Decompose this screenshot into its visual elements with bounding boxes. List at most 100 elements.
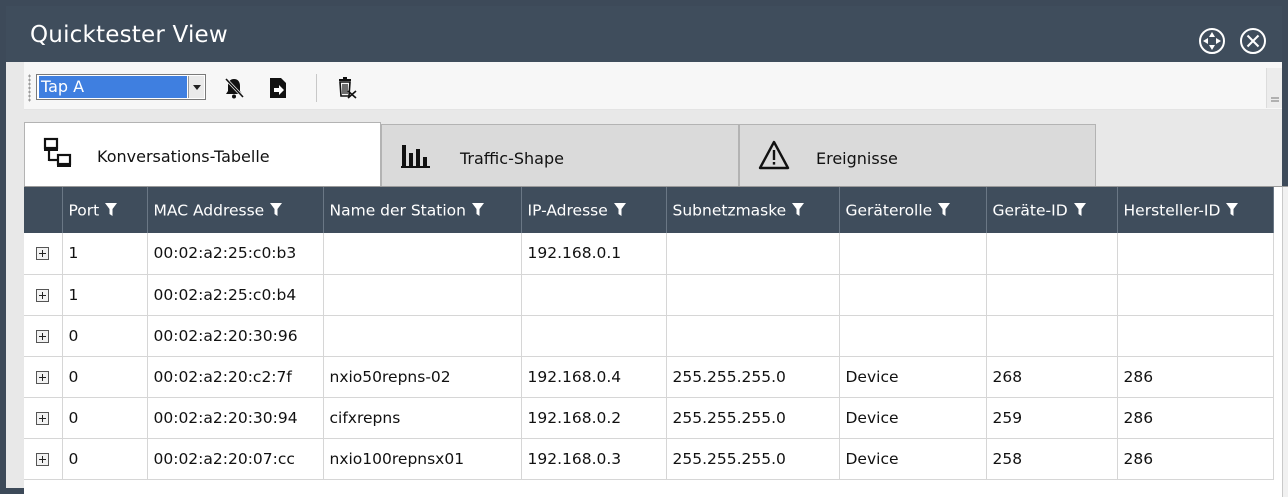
delete-icon[interactable]: [335, 76, 359, 100]
filter-icon[interactable]: [792, 203, 805, 217]
cell-vendor-id: 286: [1117, 397, 1274, 439]
column-header-geraeterolle[interactable]: Geräterolle: [839, 187, 987, 233]
filter-icon[interactable]: [613, 203, 626, 217]
cell-station-name: nxio100repnsx01: [323, 438, 522, 480]
cell-ip: [521, 315, 667, 357]
toolbar-overflow-button[interactable]: [1266, 68, 1282, 108]
tap-select-value: Tap A: [39, 76, 187, 98]
cell-device-id: 258: [986, 438, 1118, 480]
expand-plus-icon[interactable]: [36, 452, 50, 466]
conversation-table: Port MAC Addresse Name der Station IP-Ad…: [24, 186, 1288, 497]
filter-icon[interactable]: [270, 203, 283, 217]
expand-plus-icon[interactable]: [36, 288, 50, 302]
cell-vendor-id: [1117, 233, 1274, 275]
cell-port: 0: [62, 315, 148, 357]
warning-icon: [758, 139, 790, 171]
table-row[interactable]: 0 00:02:a2:20:07:cc nxio100repnsx01 192.…: [24, 438, 1274, 480]
network-icon: [43, 137, 75, 169]
close-icon[interactable]: [1238, 26, 1268, 56]
cell-station-name: [323, 315, 522, 357]
cell-port: 0: [62, 397, 148, 439]
cell-vendor-id: 286: [1117, 438, 1274, 480]
tab-label: Ereignisse: [816, 149, 898, 168]
navigate-icon[interactable]: [1197, 26, 1227, 56]
cell-station-name: cifxrepns: [323, 397, 522, 439]
row-expander-cell[interactable]: [24, 274, 63, 316]
tab-konversations-tabelle[interactable]: Konversations-Tabelle: [24, 122, 381, 188]
row-expander-cell[interactable]: [24, 233, 63, 275]
tab-bar: Konversations-Tabelle Traffic-Shape Erei…: [24, 110, 1282, 188]
cell-station-name: [323, 233, 522, 275]
cell-subnet: 255.255.255.0: [666, 356, 840, 398]
cell-ip: [521, 274, 667, 316]
filter-icon[interactable]: [1226, 203, 1239, 217]
cell-vendor-id: 286: [1117, 356, 1274, 398]
column-header-hersteller-id[interactable]: Hersteller-ID: [1117, 187, 1274, 233]
cell-role: Device: [839, 356, 987, 398]
cell-mac: 00:02:a2:25:c0:b3: [147, 233, 324, 275]
title-bar: Quicktester View: [6, 6, 1282, 62]
cell-device-id: [986, 233, 1118, 275]
cell-device-id: [986, 274, 1118, 316]
cell-subnet: [666, 315, 840, 357]
tab-label: Traffic-Shape: [460, 149, 564, 168]
column-header-port[interactable]: Port: [62, 187, 148, 233]
bell-off-icon[interactable]: [222, 76, 246, 100]
vertical-scrollbar[interactable]: [1282, 187, 1288, 497]
row-expander-cell[interactable]: [24, 315, 63, 357]
cell-subnet: 255.255.255.0: [666, 397, 840, 439]
row-expander-cell[interactable]: [24, 397, 63, 439]
cell-mac: 00:02:a2:20:30:94: [147, 397, 324, 439]
cell-role: [839, 274, 987, 316]
tab-traffic-shape[interactable]: Traffic-Shape: [381, 124, 739, 186]
cell-mac: 00:02:a2:25:c0:b4: [147, 274, 324, 316]
chevron-down-icon[interactable]: [188, 76, 204, 98]
cell-station-name: [323, 274, 522, 316]
row-expander-cell[interactable]: [24, 356, 63, 398]
table-row[interactable]: 0 00:02:a2:20:30:94 cifxrepns 192.168.0.…: [24, 397, 1274, 439]
tap-select[interactable]: Tap A: [36, 74, 206, 100]
window-title: Quicktester View: [30, 22, 228, 48]
column-header-name-der-station[interactable]: Name der Station: [323, 187, 522, 233]
cell-port: 1: [62, 274, 148, 316]
cell-role: Device: [839, 438, 987, 480]
row-expander-cell[interactable]: [24, 438, 63, 480]
expand-plus-icon[interactable]: [36, 247, 50, 261]
filter-icon[interactable]: [471, 203, 484, 217]
table-row[interactable]: 0 00:02:a2:20:c2:7f nxio50repns-02 192.1…: [24, 356, 1274, 398]
data-grid: Port MAC Addresse Name der Station IP-Ad…: [24, 187, 1274, 480]
filter-icon[interactable]: [105, 203, 118, 217]
cell-ip: 192.168.0.1: [521, 233, 667, 275]
export-icon[interactable]: [266, 76, 290, 100]
quicktester-window: Quicktester View Tap A Konversations-Tab…: [0, 0, 1288, 497]
cell-subnet: [666, 233, 840, 275]
cell-subnet: [666, 274, 840, 316]
cell-vendor-id: [1117, 274, 1274, 316]
cell-vendor-id: [1117, 315, 1274, 357]
cell-ip: 192.168.0.3: [521, 438, 667, 480]
column-header-subnetzmaske[interactable]: Subnetzmaske: [666, 187, 840, 233]
cell-role: Device: [839, 397, 987, 439]
toolbar-grip[interactable]: [28, 74, 31, 102]
cell-mac: 00:02:a2:20:30:96: [147, 315, 324, 357]
table-row[interactable]: 1 00:02:a2:25:c0:b3 192.168.0.1: [24, 233, 1274, 275]
table-row[interactable]: 1 00:02:a2:25:c0:b4: [24, 274, 1274, 316]
expand-plus-icon[interactable]: [36, 329, 50, 343]
column-header-ip-adresse[interactable]: IP-Adresse: [521, 187, 667, 233]
cell-port: 0: [62, 438, 148, 480]
toolbar: Tap A: [24, 62, 1282, 110]
expand-plus-icon[interactable]: [36, 411, 50, 425]
filter-icon[interactable]: [1073, 203, 1086, 217]
bar-chart-icon: [400, 139, 432, 171]
column-header-geraete-id[interactable]: Geräte-ID: [986, 187, 1118, 233]
table-row[interactable]: 0 00:02:a2:20:30:96: [24, 315, 1274, 357]
cell-port: 1: [62, 233, 148, 275]
filter-icon[interactable]: [938, 203, 951, 217]
cell-ip: 192.168.0.4: [521, 356, 667, 398]
tab-ereignisse[interactable]: Ereignisse: [739, 124, 1096, 186]
column-header-mac-addresse[interactable]: MAC Addresse: [147, 187, 324, 233]
table-header-row: Port MAC Addresse Name der Station IP-Ad…: [24, 187, 1274, 233]
cell-port: 0: [62, 356, 148, 398]
toolbar-separator: [316, 74, 317, 102]
expand-plus-icon[interactable]: [36, 370, 50, 384]
